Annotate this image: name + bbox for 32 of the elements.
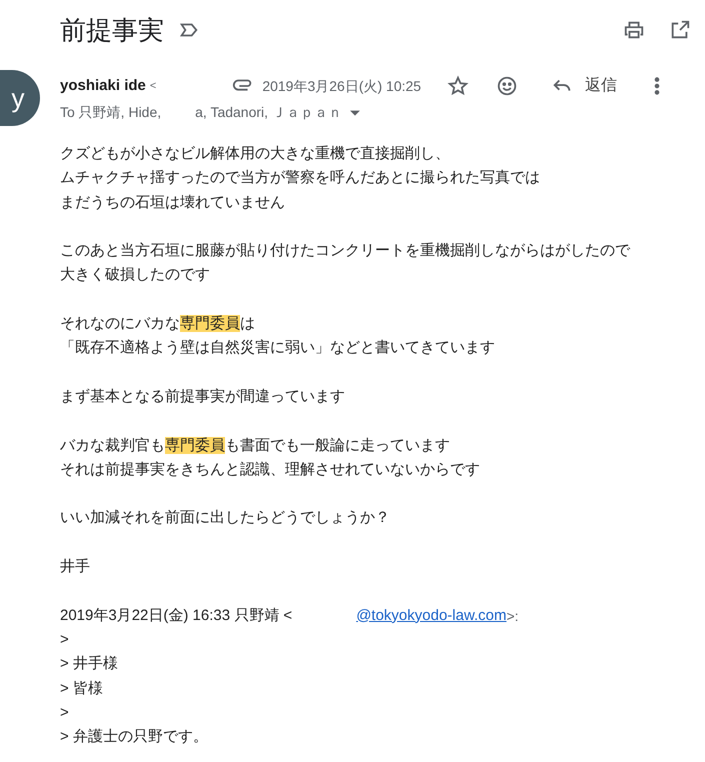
quoted-text: > (60, 630, 70, 650)
emoji-icon[interactable] (496, 75, 518, 97)
body-text: クズどもが小さなビル解体用の大きな重機で直接掘削し、 (60, 144, 451, 164)
open-in-new-icon[interactable] (669, 19, 691, 41)
quote-header: 2019年3月22日(金) 16:33 只野靖 < (60, 606, 292, 626)
quote-header: >: (506, 606, 519, 626)
body-text: 井手 (60, 557, 91, 578)
body-text: それは前提事実をきちんと認識、理解させれていないからです (60, 460, 481, 480)
body-text: 「既存不適格よう壁は自然災害に弱い」などと書いてきています (60, 338, 496, 358)
body-text: まず基本となる前提事実が間違っています (60, 386, 346, 407)
quoted-text: > 弁護士の只野です。 (60, 727, 209, 748)
quoted-text: > 井手様 (60, 654, 119, 674)
sender-name: yoshiaki ide (60, 76, 146, 96)
body-text: まだうちの石垣は壊れていません (60, 192, 286, 213)
print-icon[interactable] (623, 19, 645, 41)
body-text: それなのにバカな専門委員は (60, 314, 256, 334)
body-text: バカな裁判官も専門委員も書面でも一般論に走っています (60, 436, 451, 456)
email-subject: 前提事実 (60, 14, 164, 46)
recipients-text: To 只野靖, Hide, (60, 103, 162, 122)
sender-email: < (150, 78, 156, 94)
email-link[interactable]: @tokyokyodo-law.com (356, 604, 506, 628)
star-icon[interactable] (447, 75, 470, 97)
quoted-text: > 皆様 (60, 678, 104, 699)
body-text: 大きく破損したのです (60, 265, 211, 286)
body-text: ムチャクチャ揺すったので当方が警察を呼んだあとに撮られた写真では (60, 168, 541, 188)
avatar: y (0, 70, 40, 126)
recipients-text: a, Tadanori, Ｊａｐａｎ (195, 103, 342, 122)
body-text: いい加減それを前面に出したらどうでしょうか？ (60, 508, 391, 528)
body-text: このあと当方石垣に服藤が貼り付けたコンクリートを重機掘削しながらはがしたので (60, 241, 632, 262)
reply-button[interactable]: 返信 (550, 73, 618, 99)
email-date: 2019年3月26日(火) 10:25 (262, 76, 422, 96)
quoted-text: > (60, 702, 70, 723)
